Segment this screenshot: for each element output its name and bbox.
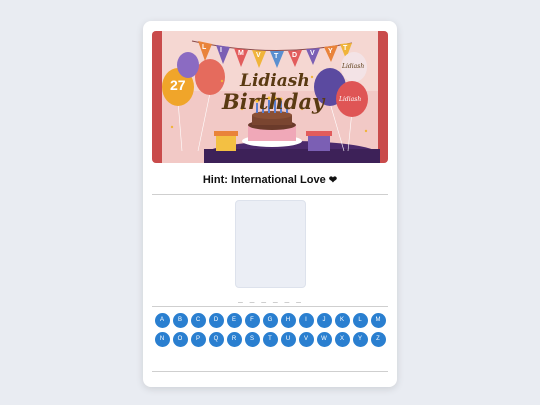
letter-key-x[interactable]: X [334, 332, 350, 347]
hint-row: Hint: International Love ❤ [143, 174, 397, 186]
letter-key-a[interactable]: A [154, 313, 170, 328]
letter-key-s[interactable]: S [244, 332, 260, 347]
bunting-letter: L [202, 44, 207, 51]
divider [152, 306, 388, 307]
letter-key-e[interactable]: E [226, 313, 242, 328]
letter-key-g[interactable]: G [262, 313, 278, 328]
letter-keyboard: ABCDEFGHIJKLM NOPQRSTUVWXYZ [152, 313, 388, 347]
game-card: 27 Lidiash Birthday Lidiash Lidiash L I M V… [143, 21, 397, 387]
letter-key-m[interactable]: M [370, 313, 386, 328]
letter-key-h[interactable]: H [280, 313, 296, 328]
hint-text: Hint: International Love [202, 174, 326, 186]
letter-key-j[interactable]: J [316, 313, 332, 328]
letter-key-o[interactable]: O [172, 332, 188, 347]
bunting-letter: T [274, 53, 279, 60]
letter-key-w[interactable]: W [316, 332, 332, 347]
letter-key-v[interactable]: V [298, 332, 314, 347]
banner-title-line2: Birthday [222, 89, 325, 114]
bunting-letter: D [292, 52, 298, 59]
heart-icon: ❤ [328, 175, 338, 186]
letter-key-p[interactable]: P [190, 332, 206, 347]
bunting-letter: Y [328, 48, 333, 55]
bunting-letter: V [310, 50, 315, 57]
divider [152, 194, 388, 195]
letter-key-z[interactable]: Z [370, 332, 386, 347]
divider [152, 371, 388, 372]
balloon-name-1: Lidiash [342, 63, 365, 70]
letter-key-i[interactable]: I [298, 313, 314, 328]
letter-key-r[interactable]: R [226, 332, 242, 347]
birthday-banner-image: 27 Lidiash Birthday Lidiash Lidiash L I M V… [152, 31, 388, 163]
letter-key-f[interactable]: F [244, 313, 260, 328]
image-placeholder [235, 200, 306, 288]
banner-age-label: 27 [170, 77, 186, 93]
answer-blanks: _ _ _ _ _ _ [238, 294, 302, 303]
letter-key-q[interactable]: Q [208, 332, 224, 347]
letter-key-n[interactable]: N [154, 332, 170, 347]
bunting-letter: T [343, 45, 348, 52]
letter-key-d[interactable]: D [208, 313, 224, 328]
letter-key-y[interactable]: Y [352, 332, 368, 347]
letter-key-u[interactable]: U [280, 332, 296, 347]
banner-title-line1: Lidiash [240, 71, 310, 91]
letter-key-l[interactable]: L [352, 313, 368, 328]
letter-key-t[interactable]: T [262, 332, 278, 347]
balloon-name-2: Lidiash [339, 96, 362, 103]
bunting-letter: I [220, 47, 222, 54]
letter-key-k[interactable]: K [334, 313, 350, 328]
letter-key-b[interactable]: B [172, 313, 188, 328]
bunting-letter: V [256, 52, 261, 59]
letter-key-c[interactable]: C [190, 313, 206, 328]
bunting-letter: M [238, 50, 244, 57]
